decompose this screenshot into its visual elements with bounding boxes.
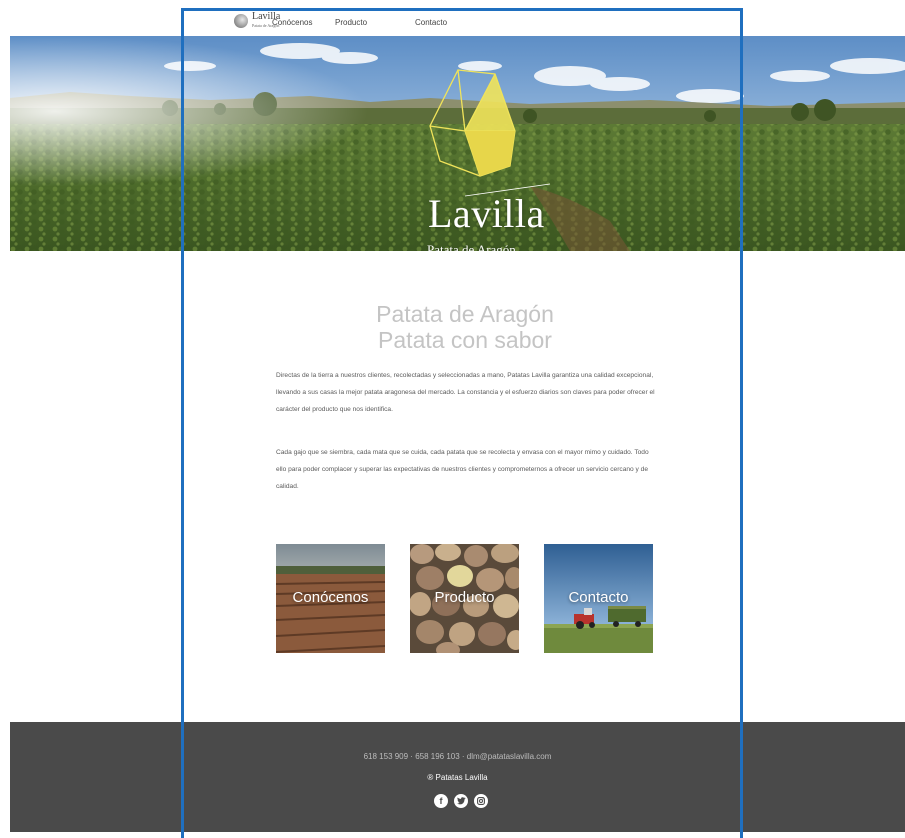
instagram-icon[interactable] (474, 794, 488, 808)
headline-line-1: Patata de Aragón (376, 301, 554, 327)
twitter-icon[interactable] (454, 794, 468, 808)
tile-contacto[interactable]: Contacto (544, 544, 653, 653)
tile-label-producto: Producto (434, 589, 495, 606)
hero-banner: Lavilla Patata de Aragón (10, 36, 905, 251)
nav-link-contacto[interactable]: Contacto (415, 18, 447, 27)
hero-subtitle: Patata de Aragón (427, 242, 516, 251)
social-links: f (434, 794, 488, 808)
tile-conocenos[interactable]: Conócenos (276, 544, 385, 653)
facebook-icon[interactable]: f (434, 794, 448, 808)
footer-brand: ® Patatas Lavilla (427, 773, 488, 782)
tile-label-conocenos: Conócenos (292, 589, 369, 606)
intro-paragraph: Directas de la tierra a nuestros cliente… (276, 372, 655, 413)
nav-link-conocenos[interactable]: Conócenos (272, 18, 312, 27)
tile-producto[interactable]: Producto (410, 544, 519, 653)
tile-label-contacto: Contacto (568, 589, 629, 606)
footer-contact: 618 153 909 · 658 196 103 · dlm@patatasl… (363, 752, 552, 761)
nav-link-producto[interactable]: Producto (335, 18, 367, 27)
hero-title: Lavilla (428, 191, 545, 236)
footer: 618 153 909 · 658 196 103 · dlm@patatasl… (10, 722, 905, 832)
potato-logo-icon (234, 14, 248, 28)
top-nav: Lavilla Patata de Aragón Conócenos Produ… (0, 0, 905, 36)
headline-line-2: Patata con sabor (378, 327, 552, 353)
care-paragraph: Cada gajo que se siembra, cada mata que … (276, 449, 649, 490)
